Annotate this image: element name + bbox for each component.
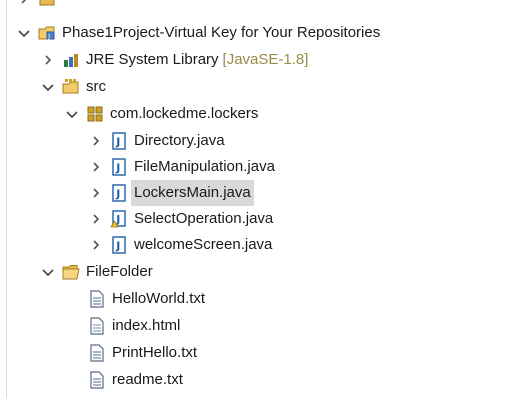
chevron-down-icon[interactable] [64,106,80,122]
source-folder-icon [62,78,80,96]
svg-text:J: J [115,136,120,149]
tree-item-file-selected[interactable]: J LockersMain.java [88,180,254,206]
chevron-down-icon[interactable] [40,79,56,95]
java-file-icon: J [110,132,128,150]
tree-item-file[interactable]: J FileManipulation.java [88,154,275,180]
tree-item-label: Directory.java [134,132,225,149]
chevron-down-icon[interactable] [16,25,32,41]
svg-text:J: J [115,188,120,201]
tree-item-label: LockersMain.java [131,180,254,206]
text-file-icon [88,290,106,308]
tree-item-file[interactable]: J Directory.java [88,128,225,154]
tree-item-file[interactable]: PrintHello.txt [88,340,197,366]
tree-item-file[interactable]: HelloWorld.txt [88,286,205,312]
panel-border [6,0,7,398]
tree-item-label: SelectOperation.java [134,210,274,227]
java-file-icon: J [110,158,128,176]
svg-text:J: J [115,162,120,175]
tree-item-partial[interactable] [16,0,62,12]
chevron-right-icon[interactable] [40,52,56,68]
open-folder-icon [62,263,80,281]
package-icon [86,105,104,123]
chevron-right-icon[interactable] [88,211,104,227]
java-file-warning-icon: J [110,210,128,228]
tree-item-file[interactable]: index.html [88,313,180,339]
chevron-down-icon[interactable] [40,264,56,280]
chevron-right-icon[interactable] [88,237,104,253]
project-explorer-tree: J Phase1Project-Virtual Key for Your Rep… [0,0,515,398]
tree-item-label: src [86,78,106,95]
chevron-right-icon[interactable] [88,185,104,201]
tree-item-jre-library[interactable]: JRE System Library [JavaSE-1.8] [40,47,308,73]
jre-version-decoration: [JavaSE-1.8] [222,51,309,68]
tree-item-folder[interactable]: FileFolder [40,259,153,285]
tree-item-label: readme.txt [112,371,183,388]
chevron-right-icon[interactable] [88,133,104,149]
chevron-right-icon[interactable] [16,0,32,7]
tree-item-label: index.html [112,317,181,334]
tree-item-label: JRE System Library [86,51,219,68]
java-file-icon: J [110,184,128,202]
tree-item-project[interactable]: J Phase1Project-Virtual Key for Your Rep… [16,20,380,46]
tree-item-package[interactable]: com.lockedme.lockers [64,101,258,127]
library-icon [62,51,80,69]
tree-item-label: FileManipulation.java [134,158,275,175]
text-file-icon [88,371,106,389]
tree-item-label: Phase1Project-Virtual Key for Your Repos… [62,24,381,41]
java-file-icon: J [110,236,128,254]
tree-item-label: HelloWorld.txt [112,290,206,307]
tree-item-file[interactable]: J SelectOperation.java [88,206,273,232]
java-project-icon: J [38,24,56,42]
tree-item-file[interactable]: J welcomeScreen.java [88,232,272,258]
text-file-icon [88,344,106,362]
tree-item-src[interactable]: src [40,74,106,100]
project-icon [38,0,56,8]
svg-text:J: J [47,33,50,40]
chevron-right-icon[interactable] [88,159,104,175]
html-file-icon [88,317,106,335]
tree-item-file[interactable]: readme.txt [88,367,183,393]
svg-text:J: J [115,240,120,253]
tree-item-label: PrintHello.txt [112,344,198,361]
tree-item-label: com.lockedme.lockers [110,105,259,122]
tree-item-label: welcomeScreen.java [134,236,273,253]
tree-item-label: FileFolder [86,263,153,280]
